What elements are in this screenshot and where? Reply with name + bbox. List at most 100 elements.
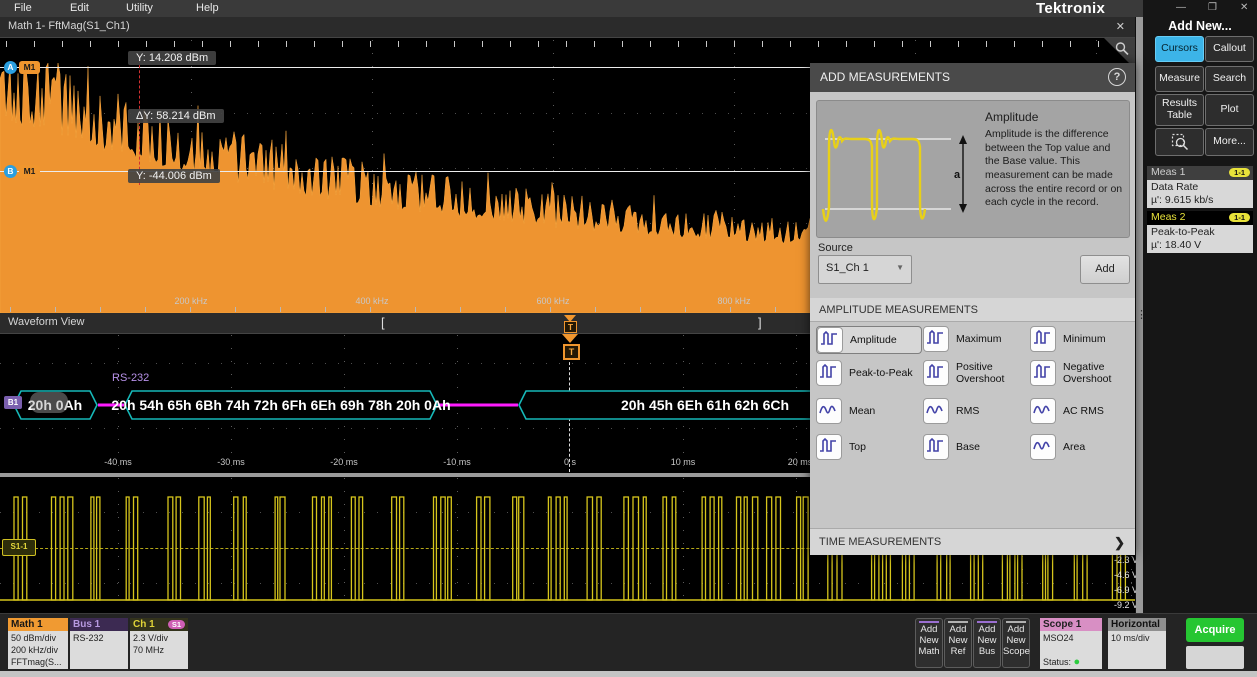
scope1-panel[interactable]: MSO24 Status: ●	[1040, 631, 1102, 669]
meas1-body[interactable]: Data Rate µ': 9.615 kb/s	[1147, 180, 1253, 208]
dialog-titlebar[interactable]: ADD MEASUREMENTS ?	[810, 63, 1135, 92]
zoom-bracket-left[interactable]: [	[381, 315, 385, 330]
fft-close-icon[interactable]: ✕	[1116, 20, 1125, 33]
add-new-ref-button[interactable]: Add New Ref	[944, 618, 972, 668]
math1-settings[interactable]: 50 dBm/div 200 kHz/div FFTmag(S...	[8, 631, 68, 669]
horizontal-settings[interactable]: 10 ms/div	[1108, 631, 1166, 669]
cursor-a-badge[interactable]: A	[4, 61, 17, 74]
acquire-button[interactable]: Acquire	[1186, 618, 1244, 642]
horizontal-badge[interactable]: Horizontal	[1108, 618, 1166, 631]
add-plot-button[interactable]: Plot	[1205, 94, 1254, 126]
add-measurements-dialog: ADD MEASUREMENTS ? a Amplitude Amplitude…	[810, 63, 1135, 555]
menu-edit[interactable]: Edit	[70, 2, 89, 14]
add-new-math-button[interactable]: Add New Math	[915, 618, 943, 668]
magnifier-icon[interactable]	[1114, 41, 1130, 57]
acquire-secondary-button[interactable]	[1186, 646, 1244, 669]
add-new-scope-button[interactable]: Add New Scope	[1002, 618, 1030, 668]
meas2-body[interactable]: Peak-to-Peak µ': 18.40 V	[1147, 225, 1253, 253]
accent-line	[948, 621, 968, 623]
info-title: Amplitude	[985, 110, 1038, 124]
restore-button[interactable]: ❐	[1208, 2, 1217, 13]
measurement-positive-overshoot-button[interactable]: Positive Overshoot	[923, 360, 1027, 386]
measurement-peak-to-peak-button[interactable]: Peak-to-Peak	[816, 360, 920, 386]
add-callout-button[interactable]: Callout	[1205, 36, 1254, 62]
ch1-settings[interactable]: 2.3 V/div 70 MHz	[130, 631, 188, 669]
trigger-marker[interactable]: T	[563, 344, 580, 360]
divider-grip[interactable]: ⋮	[1136, 308, 1143, 321]
close-button[interactable]: ✕	[1240, 2, 1248, 13]
amplitude-illustration: a	[817, 101, 979, 235]
help-icon[interactable]: ?	[1108, 68, 1126, 86]
cursor-a-trace-badge[interactable]: M1	[19, 61, 40, 74]
time-tick-label: -30 ms	[217, 457, 245, 467]
bus-b1-badge[interactable]: B1	[4, 396, 22, 409]
time-tick-label: 0 s	[564, 457, 576, 467]
menu-utility[interactable]: Utility	[126, 2, 153, 14]
meas2-title: Meas 2	[1151, 211, 1185, 223]
scope1-model: MSO24	[1043, 632, 1099, 644]
sidebar: — ❐ ✕ Add New... Cursors Callout Measure…	[1143, 0, 1257, 613]
measurement-area-button[interactable]: Area	[1030, 434, 1134, 460]
bottom-bar: Math 1 50 dBm/div 200 kHz/div FFTmag(S..…	[0, 613, 1257, 672]
add-measure-button[interactable]: Measure	[1155, 66, 1204, 92]
bus1-settings[interactable]: RS-232	[70, 631, 128, 669]
add-button[interactable]: Add	[1080, 255, 1130, 284]
cursor-b-badge[interactable]: B	[4, 165, 17, 178]
measurement-ac-rms-button[interactable]: AC RMS	[1030, 398, 1134, 424]
ch1-badge[interactable]: Ch 1 S1	[130, 618, 188, 631]
measurement-minimum-button[interactable]: Minimum	[1030, 326, 1134, 352]
menu-file[interactable]: File	[14, 2, 32, 14]
add-search-button[interactable]: Search	[1205, 66, 1254, 92]
volt-scale-label: -9.2 V	[1098, 600, 1138, 610]
add-new-label: Add New Ref	[945, 624, 971, 657]
math1-badge[interactable]: Math 1	[8, 618, 68, 631]
cursor-delta-readout[interactable]: ΔY: 58.214 dBm	[128, 109, 224, 123]
measurement-mean-button[interactable]: Mean	[816, 398, 920, 424]
measurement-negative-overshoot-button[interactable]: Negative Overshoot	[1030, 360, 1134, 386]
tektronix-logo: Tektronix	[1036, 0, 1105, 17]
measurement-amplitude-button[interactable]: Amplitude	[816, 326, 922, 354]
fft-view-titlebar: Math 1- FftMag(S1_Ch1) ✕	[0, 17, 1135, 38]
measurement-grid: AmplitudeMaximum Minimum Peak-to-PeakPosit…	[810, 322, 1135, 528]
amplitude-icon	[817, 327, 843, 353]
menu-help[interactable]: Help	[196, 2, 219, 14]
cursor-b-readout[interactable]: Y: -44.006 dBm	[128, 169, 220, 183]
add-results-table-button[interactable]: Results Table	[1155, 94, 1204, 126]
time-tick-label: -20 ms	[330, 457, 358, 467]
cursor-b-trace-badge[interactable]: M1	[19, 165, 40, 178]
measurement-top-button[interactable]: Top	[816, 434, 920, 460]
ac-rms-icon	[1030, 398, 1056, 424]
cursor-a-readout[interactable]: Y: 14.208 dBm	[128, 51, 216, 65]
meas1-count-pill: 1-1	[1229, 168, 1250, 177]
add-new-label: Add New Math	[916, 624, 942, 657]
source-dropdown[interactable]: S1_Ch 1 ▼	[818, 255, 912, 284]
more-button[interactable]: More...	[1205, 128, 1254, 156]
add-new-bus-button[interactable]: Add New Bus	[973, 618, 1001, 668]
measurement-label: Minimum	[1063, 333, 1106, 345]
zoom-bracket-right[interactable]: ]	[758, 315, 762, 330]
measurement-info-panel: a Amplitude Amplitude is the difference …	[816, 100, 1130, 238]
time-measurements-bar[interactable]: TIME MEASUREMENTS ❯	[810, 528, 1135, 555]
add-new-label: Add New Scope	[1003, 624, 1029, 657]
status-label: Status:	[1043, 657, 1071, 667]
arrow-label: a	[954, 169, 961, 181]
time-tick-label: 10 ms	[671, 457, 696, 467]
bus1-badge[interactable]: Bus 1	[70, 618, 128, 631]
meas1-badge[interactable]: Meas 1 1-1	[1147, 166, 1253, 180]
meas2-badge[interactable]: Meas 2 1-1	[1147, 211, 1253, 225]
measurement-base-button[interactable]: Base	[923, 434, 1027, 460]
peak-to-peak-icon	[816, 360, 842, 386]
add-cursors-button[interactable]: Cursors	[1155, 36, 1204, 62]
scope1-badge[interactable]: Scope 1	[1040, 618, 1102, 631]
zoom-select-button[interactable]	[1155, 128, 1204, 156]
meas1-value: µ': 9.615 kb/s	[1151, 194, 1249, 207]
measurement-rms-button[interactable]: RMS	[923, 398, 1027, 424]
fft-view-title: Math 1- FftMag(S1_Ch1)	[8, 20, 130, 32]
drag-handle-overlay[interactable]	[30, 392, 68, 413]
measurement-label: RMS	[956, 405, 979, 417]
measurement-maximum-button[interactable]: Maximum	[923, 326, 1027, 352]
signal-source-badge[interactable]: S1-1	[2, 539, 36, 556]
trigger-marker-arrow[interactable]	[562, 334, 578, 343]
minimize-button[interactable]: —	[1176, 2, 1186, 13]
trigger-marker-small[interactable]: T	[564, 321, 577, 333]
